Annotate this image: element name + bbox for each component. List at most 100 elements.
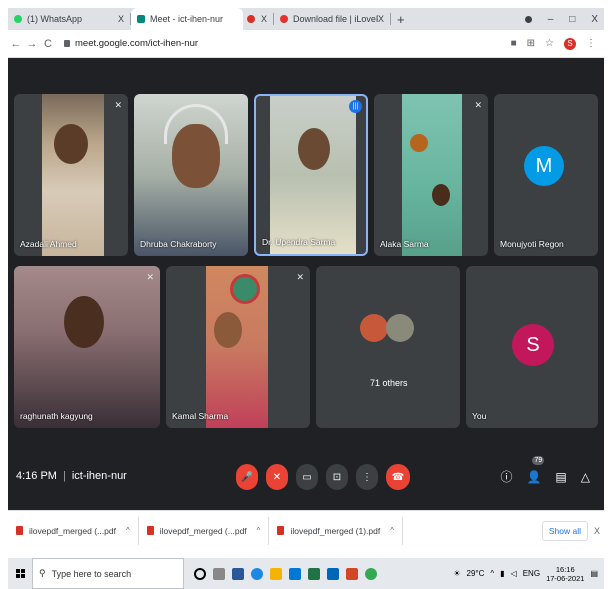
self-tile[interactable]: S You: [466, 266, 598, 428]
camera-toggle-button[interactable]: ✕: [266, 464, 288, 490]
meeting-details-button[interactable]: ⓘ: [500, 468, 512, 485]
participant-name: Alaka Sarma: [380, 239, 429, 249]
side-panel-controls: ⓘ 79 👤 ▤ △: [500, 455, 590, 485]
whatsapp-icon: [14, 15, 22, 23]
notifications-icon[interactable]: ▤: [590, 569, 598, 578]
face: [64, 296, 104, 348]
participant-tile[interactable]: ✕ Kamal Sharma: [166, 266, 310, 428]
task-view-icon[interactable]: [213, 567, 225, 580]
extensions-icon[interactable]: ⊞: [527, 38, 535, 49]
network-icon[interactable]: ▮: [500, 569, 504, 578]
maximize-button[interactable]: □: [569, 14, 575, 25]
people-icon: 👤: [526, 469, 542, 484]
participant-tile[interactable]: ✕ Alaka Sarma: [374, 94, 488, 256]
download-filename: ilovepdf_merged (1).pdf: [290, 525, 381, 536]
windows-taskbar: ⚲ Type here to search ☀ 29°C ^ ▮ ◁ ENG 1…: [8, 558, 604, 589]
download-options-icon[interactable]: ^: [126, 526, 130, 535]
pdf-file-icon: [277, 526, 285, 535]
activities-button[interactable]: △: [581, 470, 590, 484]
participant-tile[interactable]: Dhruba Chakraborty: [134, 94, 248, 256]
tab-whatsapp[interactable]: (1) WhatsApp X: [8, 8, 130, 30]
windows-logo-icon: [15, 569, 25, 578]
back-icon[interactable]: ←: [8, 38, 24, 50]
download-options-icon[interactable]: ^: [257, 526, 261, 535]
mic-toggle-button[interactable]: 🎤: [236, 464, 258, 490]
tab-close-icon[interactable]: X: [261, 8, 273, 30]
new-tab-button[interactable]: +: [391, 8, 411, 30]
address-bar: ← → C meet.google.com/ict-ihen-nur ■ ⊞ ☆…: [8, 30, 604, 58]
chrome-icon[interactable]: [365, 567, 377, 580]
lock-icon: [64, 40, 70, 47]
clock-time: 16:16: [555, 564, 575, 574]
tab-meet[interactable]: Meet - ict-ihen-nur: [131, 8, 243, 30]
close-downloads-bar-button[interactable]: X: [594, 526, 600, 536]
speaking-indicator-icon: |||: [349, 100, 362, 113]
ilovepdf-icon: [280, 15, 288, 23]
powerpoint-icon[interactable]: [346, 567, 358, 580]
others-avatar: [386, 314, 414, 342]
meeting-info-separator: |: [62, 470, 66, 482]
browser-menu-icon[interactable]: [524, 15, 532, 23]
call-controls: 🎤 ✕ ▭ ⊡ ⋮ ☎: [236, 464, 410, 490]
profile-avatar[interactable]: S: [564, 37, 576, 50]
minimize-button[interactable]: –: [548, 14, 554, 25]
others-tile[interactable]: 71 others: [316, 266, 460, 428]
pdf-file-icon: [146, 526, 154, 535]
word-icon[interactable]: [232, 567, 244, 580]
cortana-icon[interactable]: [194, 567, 206, 580]
tab-close-label: X: [261, 14, 268, 24]
show-hidden-icons-icon[interactable]: ^: [490, 569, 494, 578]
excel-icon[interactable]: [308, 567, 320, 580]
volume-icon[interactable]: ◁: [511, 569, 517, 578]
participant-tile[interactable]: M Monujyoti Regon: [494, 94, 598, 256]
download-options-icon[interactable]: ^: [390, 526, 394, 535]
language-indicator[interactable]: ENG: [523, 569, 540, 578]
show-all-downloads-button[interactable]: Show all: [541, 520, 588, 541]
present-button[interactable]: ⊡: [326, 464, 348, 490]
download-item[interactable]: ilovepdf_merged (...pdf ^: [8, 516, 139, 545]
camera-icon[interactable]: ■: [511, 38, 517, 49]
tab-close-icon[interactable]: X: [378, 14, 384, 24]
download-item[interactable]: ilovepdf_merged (1).pdf ^: [269, 516, 403, 545]
participant-video: [270, 96, 356, 254]
people-button[interactable]: 79 👤: [526, 455, 545, 484]
face: [54, 124, 88, 164]
weather-icon[interactable]: ☀: [453, 569, 460, 578]
file-explorer-icon[interactable]: [270, 567, 282, 580]
self-avatar: S: [512, 324, 554, 366]
tab-close-icon[interactable]: X: [118, 14, 124, 24]
chat-button[interactable]: ▤: [555, 470, 566, 484]
more-menu-icon[interactable]: ⋮: [586, 38, 596, 49]
captions-button[interactable]: ▭: [296, 464, 318, 490]
mail-icon[interactable]: [327, 567, 339, 580]
edge-icon[interactable]: [251, 567, 263, 580]
forward-icon[interactable]: →: [24, 38, 40, 50]
meeting-code: ict-ihen-nur: [71, 470, 127, 482]
address-bar-actions: ■ ⊞ ☆ S ⋮: [511, 37, 604, 50]
more-options-button[interactable]: ⋮: [356, 464, 378, 490]
tab-ilovepdf[interactable]: Download file | iLovePDF X: [274, 8, 390, 30]
downloads-bar: ilovepdf_merged (...pdf ^ ilovepdf_merge…: [8, 510, 604, 550]
temperature[interactable]: 29°C: [467, 569, 485, 578]
participant-name: Dr. Upendra Sarma: [262, 237, 336, 247]
participant-tile-active-speaker[interactable]: ||| Dr. Upendra Sarma: [254, 94, 368, 256]
close-window-button[interactable]: X: [591, 14, 598, 25]
leave-call-button[interactable]: ☎: [386, 464, 410, 490]
captions-icon: ▭: [302, 471, 312, 483]
url-text: meet.google.com/ict-ihen-nur: [75, 38, 199, 49]
others-count-label: 71 others: [370, 378, 408, 388]
bookmark-star-icon[interactable]: ☆: [545, 38, 554, 49]
participant-tile[interactable]: ✕ Azadali Ahmed: [14, 94, 128, 256]
more-vert-icon: ⋮: [362, 471, 372, 483]
wall-decoration: [410, 134, 428, 152]
mic-off-icon: ✕: [474, 100, 482, 110]
clock[interactable]: 16:16 17-06-2021: [546, 565, 584, 583]
store-icon[interactable]: [289, 567, 301, 580]
download-item[interactable]: ilovepdf_merged (...pdf ^: [139, 516, 270, 545]
reload-icon[interactable]: C: [40, 38, 56, 50]
participant-tile[interactable]: ✕ raghunath kagyung: [14, 266, 160, 428]
self-name: You: [472, 411, 487, 421]
start-button[interactable]: [8, 569, 32, 578]
url-field[interactable]: meet.google.com/ict-ihen-nur: [64, 38, 198, 49]
taskbar-search-box[interactable]: ⚲ Type here to search: [32, 558, 184, 589]
